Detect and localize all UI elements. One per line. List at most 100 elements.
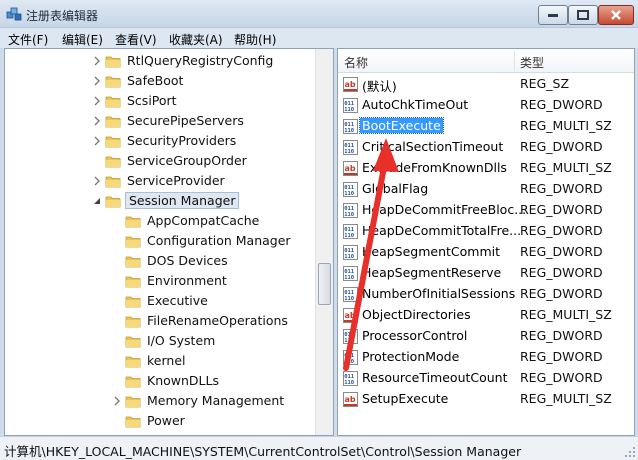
values-header: 名称 类型 [338, 49, 634, 73]
menu-favorites[interactable]: 收藏夹(A) [169, 31, 223, 48]
value-name: ExcludeFromKnownDlls [362, 160, 507, 175]
binary-value-icon: 011110 [343, 350, 358, 365]
collapsed-arrow-icon[interactable] [93, 176, 101, 186]
value-name: ResourceTimeoutCount [362, 370, 508, 385]
tree-item-label: RtlQueryRegistryConfig [127, 53, 274, 68]
collapsed-arrow-icon[interactable] [93, 76, 101, 86]
binary-value-icon: 011110 [343, 287, 358, 302]
binary-value-icon: 011110 [343, 224, 358, 239]
column-header-name[interactable]: 名称 [344, 54, 368, 71]
collapsed-arrow-icon[interactable] [93, 116, 101, 126]
folder-icon [105, 76, 121, 88]
binary-value-icon: 011110 [343, 98, 358, 113]
value-name: NumberOfInitialSessions [362, 286, 516, 301]
resize-grip-icon[interactable] [624, 446, 636, 458]
svg-text:ab: ab [345, 164, 356, 173]
svg-text:110: 110 [344, 107, 354, 113]
value-row[interactable]: 011 110 HeapSegmentCommit REG_DWORD [338, 242, 634, 263]
value-row[interactable]: ab ExcludeFromKnownDlls REG_MULTI_SZ [338, 158, 634, 179]
value-type: REG_DWORD [520, 370, 603, 385]
tree-item-label: Environment [147, 273, 227, 288]
folder-icon [125, 216, 141, 228]
value-type: REG_SZ [520, 76, 570, 91]
value-row[interactable]: 011 110 BootExecute REG_MULTI_SZ [338, 116, 634, 137]
folder-icon [125, 416, 141, 428]
svg-text:ab: ab [345, 80, 356, 89]
collapsed-arrow-icon[interactable] [93, 136, 101, 146]
value-row[interactable]: 011 110 NumberOfInitialSessions REG_DWORD [338, 284, 634, 305]
registry-tree-pane[interactable]: RtlQueryRegistryConfig SafeBoot ScsiPort Se… [4, 48, 334, 436]
svg-text:110: 110 [344, 128, 354, 134]
value-row[interactable]: 011 110 CriticalSectionTimeout REG_DWORD [338, 137, 634, 158]
value-row[interactable]: 011 110 ProtectionMode REG_DWORD [338, 347, 634, 368]
svg-text:ab: ab [345, 311, 356, 320]
column-separator[interactable] [514, 51, 515, 71]
value-row[interactable]: ab SetupExecute REG_MULTI_SZ [338, 389, 634, 410]
value-type: REG_DWORD [520, 202, 603, 217]
menu-help[interactable]: 帮助(H) [234, 31, 276, 48]
close-button[interactable] [598, 5, 634, 25]
menu-file[interactable]: 文件(F) [8, 31, 48, 48]
value-type: REG_MULTI_SZ [520, 391, 612, 406]
collapsed-arrow-icon[interactable] [93, 96, 101, 106]
value-type: REG_DWORD [520, 181, 603, 196]
folder-icon [125, 356, 141, 368]
tree-item-label: DOS Devices [147, 253, 228, 268]
tree-item-label: Power [147, 413, 185, 428]
value-name: ProcessorControl [362, 328, 468, 343]
value-row[interactable]: 011 110 ResourceTimeoutCount REG_DWORD [338, 368, 634, 389]
binary-value-icon: 011110 [343, 140, 358, 155]
minimize-button[interactable] [538, 5, 568, 25]
collapsed-arrow-icon[interactable] [93, 56, 101, 66]
value-row[interactable]: ab ObjectDirectories REG_MULTI_SZ [338, 305, 634, 326]
tree-scrollbar-thumb[interactable] [318, 263, 331, 305]
minimize-icon [548, 14, 558, 17]
value-name: HeapDeCommitFreeBloc... [362, 202, 527, 217]
value-row[interactable]: ab (默认) REG_SZ [338, 74, 634, 95]
menu-view[interactable]: 查看(V) [115, 31, 157, 48]
collapsed-arrow-icon[interactable] [113, 396, 121, 406]
string-value-icon: ab [343, 161, 358, 176]
registry-values-pane[interactable]: 名称 类型 ab (默认) REG_SZ 011 110 AutoChkTimeOut RE… [337, 48, 635, 436]
value-type: REG_DWORD [520, 97, 603, 112]
maximize-button[interactable] [568, 5, 598, 25]
expanded-arrow-icon[interactable] [93, 196, 101, 206]
value-name: HeapDeCommitTotalFre... [362, 223, 522, 238]
title-bar[interactable]: 注册表编辑器 [0, 0, 638, 28]
registry-path: 计算机\HKEY_LOCAL_MACHINE\SYSTEM\CurrentCon… [4, 444, 522, 459]
menu-edit[interactable]: 编辑(E) [62, 31, 103, 48]
tree-item-label: ServiceGroupOrder [127, 153, 247, 168]
svg-text:110: 110 [344, 254, 354, 260]
value-row[interactable]: 011 110 HeapSegmentReserve REG_DWORD [338, 263, 634, 284]
value-name: SetupExecute [362, 391, 449, 406]
value-row[interactable]: 011 110 ProcessorControl REG_DWORD [338, 326, 634, 347]
value-name: HeapSegmentReserve [362, 265, 502, 280]
tree-vertical-scrollbar[interactable] [315, 49, 333, 435]
value-type: REG_DWORD [520, 286, 603, 301]
svg-text:110: 110 [344, 296, 354, 302]
folder-icon [105, 176, 121, 188]
value-row[interactable]: 011 110 HeapDeCommitFreeBloc... REG_DWORD [338, 200, 634, 221]
value-row[interactable]: 011 110 GlobalFlag REG_DWORD [338, 179, 634, 200]
tree-item-label: I/O System [147, 333, 216, 348]
window-title: 注册表编辑器 [26, 9, 99, 23]
binary-value-icon: 011110 [343, 371, 358, 386]
value-type: REG_MULTI_SZ [520, 118, 612, 133]
maximize-icon [577, 10, 589, 20]
folder-icon [125, 376, 141, 388]
svg-text:110: 110 [344, 275, 354, 281]
tree-item-label: Executive [147, 293, 208, 308]
svg-text:110: 110 [344, 212, 354, 218]
folder-icon [105, 156, 121, 168]
svg-text:110: 110 [344, 338, 354, 344]
binary-value-icon: 011110 [343, 182, 358, 197]
folder-icon [105, 136, 121, 148]
close-icon [611, 10, 621, 20]
value-name: (默认) [362, 79, 397, 94]
value-row[interactable]: 011 110 AutoChkTimeOut REG_DWORD [338, 95, 634, 116]
status-bar: 计算机\HKEY_LOCAL_MACHINE\SYSTEM\CurrentCon… [0, 436, 638, 460]
binary-value-icon: 011110 [343, 329, 358, 344]
value-row[interactable]: 011 110 HeapDeCommitTotalFre... REG_DWORD [338, 221, 634, 242]
column-header-type[interactable]: 类型 [520, 54, 544, 71]
menu-bar: 文件(F) 编辑(E) 查看(V) 收藏夹(A) 帮助(H) [0, 28, 638, 48]
